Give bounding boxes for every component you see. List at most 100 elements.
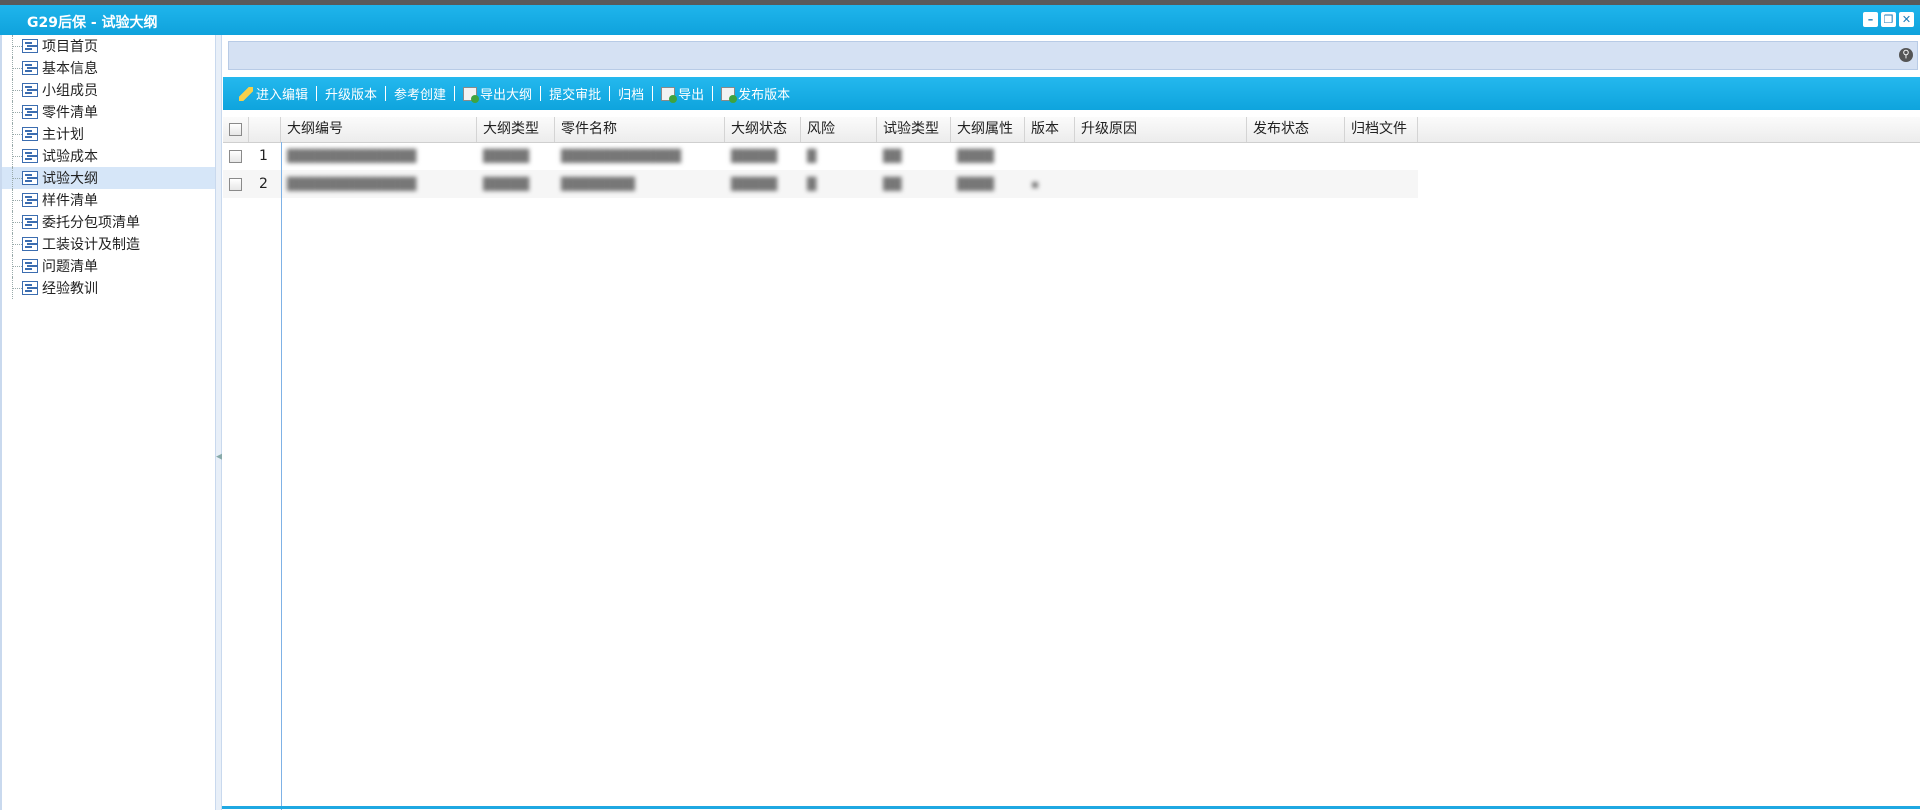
table-cell: █████████████	[561, 149, 681, 163]
sidebar-item[interactable]: 项目首页	[2, 35, 215, 57]
tree-node-icon	[22, 215, 38, 229]
table-cell: ▪	[1031, 177, 1040, 191]
column-header[interactable]: 版本	[1025, 117, 1075, 142]
table-cell: █████	[483, 177, 530, 191]
table-cell	[1345, 170, 1418, 198]
tree-node-icon	[22, 61, 38, 75]
sidebar-item-label: 项目首页	[42, 39, 98, 55]
row-number-header	[249, 117, 281, 142]
row-checkbox[interactable]	[223, 142, 249, 170]
column-header[interactable]: 发布状态	[1247, 117, 1345, 142]
table-cell: █████	[731, 177, 778, 191]
toolbar-separator	[609, 86, 611, 101]
toolbar-button[interactable]: 导出大纲	[459, 84, 536, 103]
table-cell: ██████████████	[287, 177, 417, 191]
export-icon	[463, 86, 480, 103]
toolbar-button[interactable]: 导出	[657, 84, 708, 103]
table-cell	[1345, 142, 1418, 170]
toolbar-button-label: 导出大纲	[480, 88, 533, 103]
tree-node-icon	[22, 83, 38, 97]
sidebar-item[interactable]: 工装设计及制造	[2, 233, 215, 255]
publish-icon	[721, 86, 738, 103]
sidebar-item[interactable]: 样件清单	[2, 189, 215, 211]
table-cell: █	[807, 149, 817, 163]
toolbar-button-label: 提交审批	[549, 88, 602, 103]
grid-header: 大纲编号 大纲类型 零件名称 大纲状态 风险 试验类型 大纲属性 版本 升级原因 发布状态 归档文件	[223, 117, 1920, 143]
column-header[interactable]: 零件名称	[555, 117, 725, 142]
sidebar-item-label: 基本信息	[42, 61, 98, 77]
column-header[interactable]: 归档文件	[1345, 117, 1418, 142]
toolbar-button[interactable]: 归档	[614, 84, 648, 103]
column-header[interactable]: 大纲属性	[951, 117, 1025, 142]
toolbar-separator	[712, 86, 714, 101]
sidebar-item[interactable]: 问题清单	[2, 255, 215, 277]
search-icon[interactable]: ⚲	[1899, 48, 1913, 62]
table-row[interactable]: 1 ██████████████ █████ █████████████ █████ █ █…	[223, 142, 1418, 170]
data-grid: 大纲编号 大纲类型 零件名称 大纲状态 风险 试验类型 大纲属性 版本 升级原因 发布状态 归档文件…	[223, 117, 1920, 810]
toolbar-button[interactable]: 进入编辑	[235, 84, 312, 103]
sidebar-item-label: 经验教训	[42, 281, 98, 297]
collapse-grip-icon[interactable]: ◀	[216, 433, 223, 481]
table-cell	[1025, 142, 1075, 170]
sidebar-item[interactable]: 试验大纲	[2, 167, 215, 189]
table-cell: █████	[483, 149, 530, 163]
toolbar-button-label: 参考创建	[394, 88, 447, 103]
sidebar-item[interactable]: 主计划	[2, 123, 215, 145]
column-header[interactable]: 风险	[801, 117, 877, 142]
tree-node-icon	[22, 193, 38, 207]
row-number: 2	[259, 176, 268, 192]
toolbar-separator	[316, 86, 318, 101]
table-cell: █████	[731, 149, 778, 163]
table-cell	[1075, 142, 1247, 170]
toolbar-separator	[652, 86, 654, 101]
search-input[interactable]: ⚲	[228, 41, 1918, 70]
sidebar-item-label: 小组成员	[42, 83, 98, 99]
sidebar-tree: 项目首页基本信息小组成员零件清单主计划试验成本 试验大纲样件清单委托分包项清单工装…	[0, 35, 216, 810]
table-cell	[1247, 170, 1345, 198]
toolbar-button-label: 发布版本	[738, 88, 791, 103]
table-cell: █	[807, 177, 817, 191]
sidebar-item[interactable]: 小组成员	[2, 79, 215, 101]
table-row[interactable]: 2 ██████████████ █████ ████████ █████ █ ██ ████…	[223, 170, 1418, 198]
toolbar-separator	[454, 86, 456, 101]
column-divider	[281, 142, 282, 810]
toolbar-button-label: 导出	[678, 88, 705, 103]
tree-node-icon	[22, 281, 38, 295]
sidebar-item-label: 零件清单	[42, 105, 98, 121]
sidebar-item-label: 样件清单	[42, 193, 98, 209]
sidebar-item-label: 主计划	[42, 127, 84, 143]
sidebar-item[interactable]: 零件清单	[2, 101, 215, 123]
sidebar-item-label: 工装设计及制造	[42, 237, 140, 253]
sidebar-item[interactable]: 基本信息	[2, 57, 215, 79]
toolbar-button[interactable]: 发布版本	[717, 84, 794, 103]
bottom-border	[222, 806, 1920, 809]
column-header[interactable]: 大纲编号	[281, 117, 477, 142]
table-cell: ██	[883, 177, 902, 191]
sidebar-item[interactable]: 委托分包项清单	[2, 211, 215, 233]
table-cell: ████████	[561, 177, 635, 191]
toolbar-button[interactable]: 参考创建	[390, 84, 450, 103]
minimize-icon[interactable]: –	[1863, 12, 1878, 27]
tree-node-icon	[22, 149, 38, 163]
restore-icon[interactable]: ❐	[1881, 12, 1896, 27]
tree-node-icon	[22, 39, 38, 53]
select-all-checkbox[interactable]	[223, 117, 249, 142]
column-header[interactable]: 试验类型	[877, 117, 951, 142]
tree-node-icon	[22, 105, 38, 119]
toolbar: 进入编辑 升级版本 参考创建 导出大纲 提交审批 归档 导出 发布版本	[223, 77, 1920, 110]
sidebar-item[interactable]: 试验成本	[2, 145, 215, 167]
toolbar-button[interactable]: 升级版本	[321, 84, 381, 103]
table-cell	[1247, 142, 1345, 170]
window-title: G29后保 - 试验大纲	[27, 15, 158, 31]
toolbar-button-label: 归档	[618, 88, 645, 103]
sidebar-item[interactable]: 经验教训	[2, 277, 215, 299]
toolbar-separator	[540, 86, 542, 101]
toolbar-separator	[385, 86, 387, 101]
row-checkbox[interactable]	[223, 170, 249, 198]
column-header[interactable]: 大纲状态	[725, 117, 801, 142]
close-icon[interactable]: ✕	[1899, 12, 1914, 27]
column-header[interactable]: 升级原因	[1075, 117, 1247, 142]
column-header[interactable]: 大纲类型	[477, 117, 555, 142]
toolbar-button[interactable]: 提交审批	[545, 84, 605, 103]
title-bar: G29后保 - 试验大纲 – ❐ ✕	[0, 5, 1920, 35]
